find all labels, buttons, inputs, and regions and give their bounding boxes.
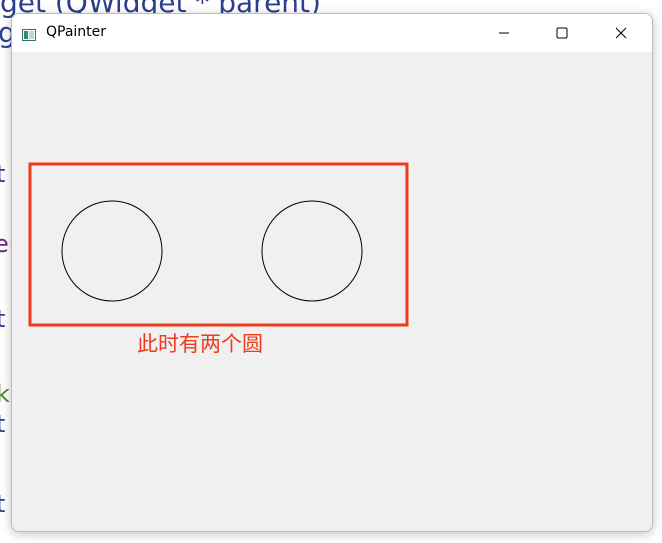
annotation-overlay (28, 162, 409, 327)
annotation-caption: 此时有两个圆 (137, 332, 263, 356)
annotation-highlight-box (28, 162, 409, 327)
